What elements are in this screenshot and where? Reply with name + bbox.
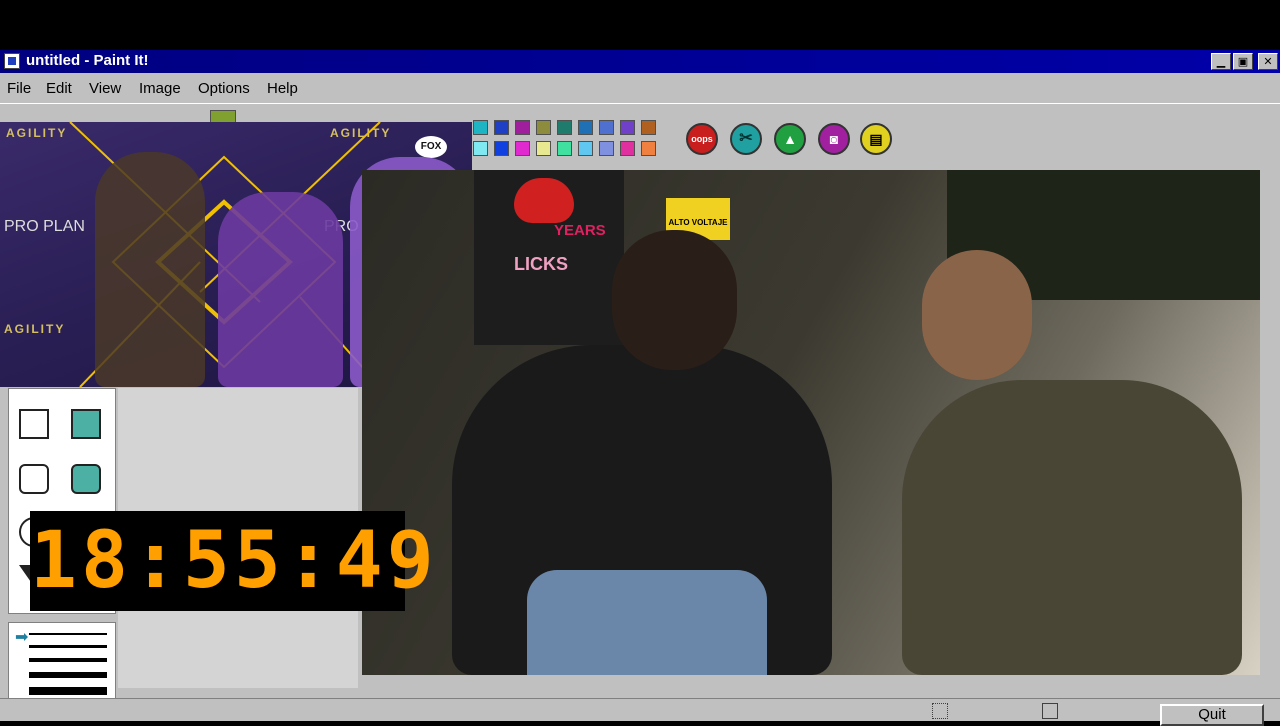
- printer-button[interactable]: ▤: [860, 123, 892, 155]
- palette-color-swatch[interactable]: [641, 141, 656, 156]
- palette-color-swatch[interactable]: [536, 141, 551, 156]
- palette-color-swatch[interactable]: [473, 141, 488, 156]
- person-center: [218, 192, 343, 387]
- palette-color-swatch[interactable]: [578, 141, 593, 156]
- line-width-2[interactable]: [29, 645, 107, 648]
- selection-icon: [932, 703, 948, 719]
- palette-color-swatch[interactable]: [536, 120, 551, 135]
- palette-color-swatch[interactable]: [557, 120, 572, 135]
- color-palette: [473, 120, 656, 160]
- window-title: untitled - Paint It!: [26, 52, 149, 69]
- palette-color-swatch[interactable]: [473, 120, 488, 135]
- action-buttons: oops ✂ ▲ ◙ ▤: [686, 123, 906, 159]
- line-width-1[interactable]: [29, 633, 107, 635]
- menu-help[interactable]: Help: [267, 80, 298, 97]
- person-man: [902, 380, 1242, 675]
- poster-years-text: YEARS: [554, 222, 606, 239]
- bucket-icon: ◙: [829, 131, 839, 147]
- title-bar: untitled - Paint It! ▁ ▣ ✕: [0, 50, 1280, 73]
- palette-color-swatch[interactable]: [620, 120, 635, 135]
- woman-jeans: [527, 570, 767, 675]
- menu-image[interactable]: Image: [139, 80, 181, 97]
- line-width-3[interactable]: [29, 658, 107, 662]
- oops-button[interactable]: oops: [686, 123, 718, 155]
- stamp-icon: ▲: [783, 131, 797, 147]
- man-head: [922, 250, 1032, 380]
- palette-color-swatch[interactable]: [599, 120, 614, 135]
- menu-options[interactable]: Options: [198, 80, 250, 97]
- menu-edit[interactable]: Edit: [46, 80, 72, 97]
- arrow-pointer-icon: ➡: [15, 629, 29, 646]
- size-icon: [1042, 703, 1058, 719]
- poster-wall: YEARS LICKS: [474, 170, 624, 345]
- bucket-button[interactable]: ◙: [818, 123, 850, 155]
- clock-time: 18:55:49: [30, 516, 438, 606]
- menu-file[interactable]: File: [7, 80, 31, 97]
- app-icon: [4, 53, 20, 69]
- woman-hair: [612, 230, 737, 370]
- rolling-stones-tongue: [514, 178, 574, 223]
- palette-color-swatch[interactable]: [599, 141, 614, 156]
- filled-rounded-rectangle-tool[interactable]: [71, 464, 101, 494]
- palette-color-swatch[interactable]: [515, 120, 530, 135]
- filled-rectangle-tool[interactable]: [71, 409, 101, 439]
- menu-view[interactable]: View: [89, 80, 121, 97]
- line-width-4[interactable]: [29, 672, 107, 678]
- palette-color-swatch[interactable]: [494, 141, 509, 156]
- palette-color-swatch[interactable]: [557, 141, 572, 156]
- clock-overlay: 18:55:49: [30, 511, 438, 611]
- scissors-button[interactable]: ✂: [730, 123, 762, 155]
- poster-licks-text: LICKS: [514, 254, 568, 274]
- palette-color-swatch[interactable]: [494, 120, 509, 135]
- line-width-5[interactable]: [29, 687, 107, 695]
- rounded-rectangle-tool[interactable]: [19, 464, 49, 494]
- palette-color-swatch[interactable]: [515, 141, 530, 156]
- stamp-button[interactable]: ▲: [774, 123, 806, 155]
- printer-icon: ▤: [869, 131, 883, 147]
- menu-bar: File Edit View Image Options Help: [0, 73, 1280, 103]
- rectangle-tool[interactable]: [19, 409, 49, 439]
- quit-button[interactable]: Quit: [1160, 704, 1264, 726]
- palette-color-swatch[interactable]: [620, 141, 635, 156]
- status-bar: [0, 698, 1280, 721]
- minimize-button[interactable]: ▁: [1211, 53, 1231, 70]
- palette-color-swatch[interactable]: [578, 120, 593, 135]
- palette-color-swatch[interactable]: [641, 120, 656, 135]
- main-video-feed: YEARS LICKS ALTO VOLTAJE: [362, 170, 1260, 675]
- close-button[interactable]: ✕: [1258, 53, 1278, 70]
- maximize-button[interactable]: ▣: [1233, 53, 1253, 70]
- person-left: [95, 152, 205, 387]
- scissors-icon: ✂: [739, 130, 753, 147]
